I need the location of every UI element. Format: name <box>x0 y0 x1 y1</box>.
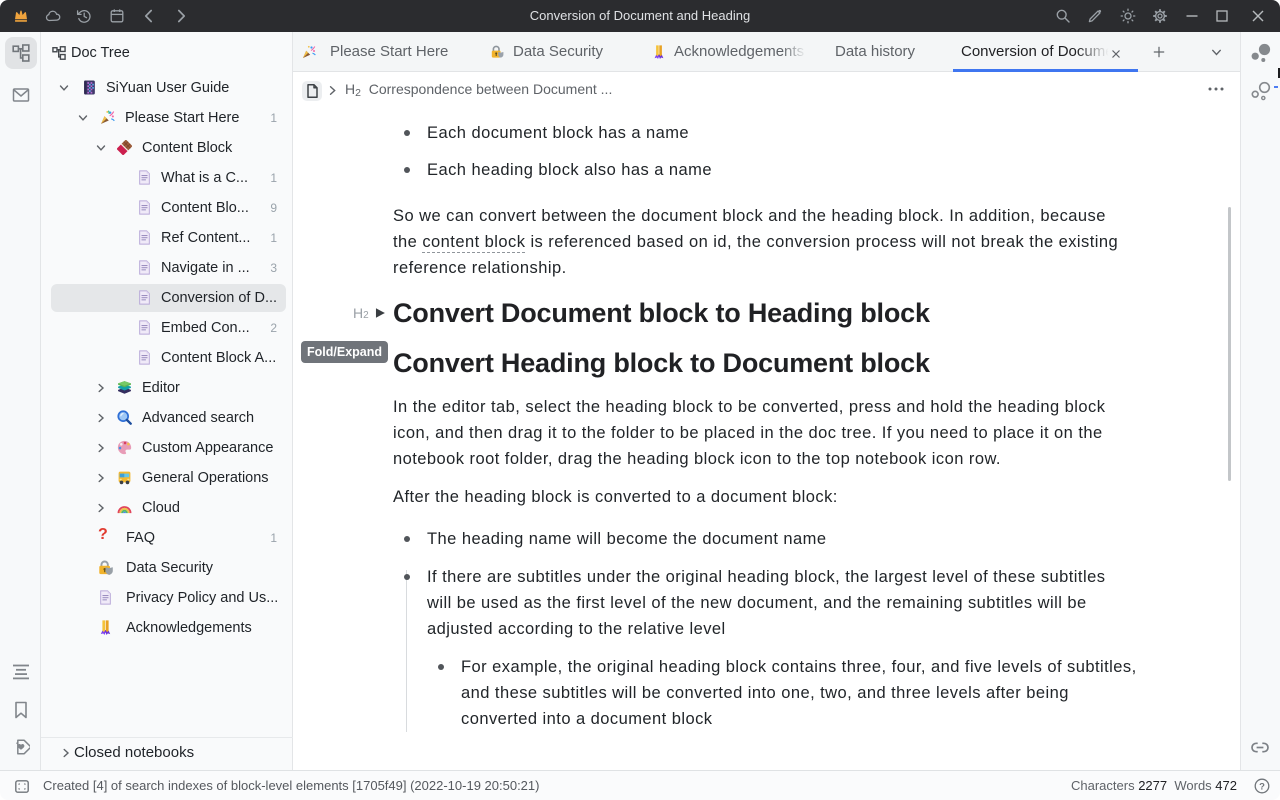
svg-text:?: ? <box>1259 781 1265 792</box>
